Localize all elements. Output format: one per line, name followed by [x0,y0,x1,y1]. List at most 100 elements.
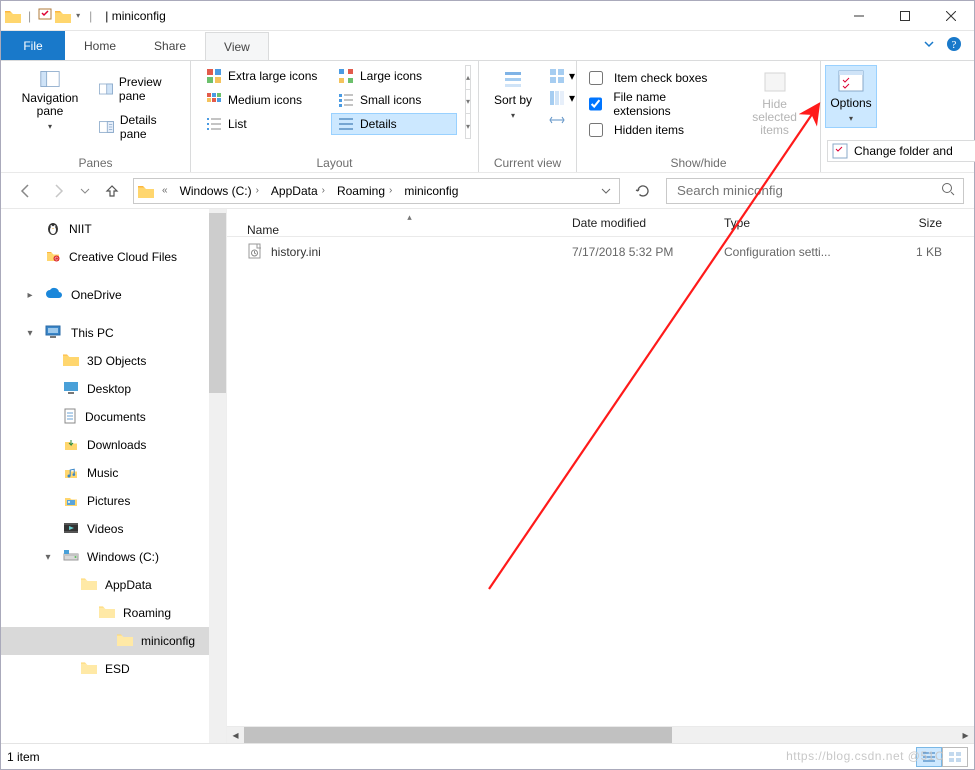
layout-extra-large-icons[interactable]: Extra large icons [199,65,325,87]
layout-details[interactable]: Details [331,113,457,135]
breadcrumb-miniconfig[interactable]: miniconfig [400,184,462,198]
qat-dropdown-icon[interactable]: ▾ [74,11,82,20]
search-input[interactable] [675,182,941,199]
tree-item-appdata[interactable]: AppData [1,571,209,599]
tab-file[interactable]: File [1,31,65,60]
tree-item-downloads[interactable]: Downloads [1,431,209,459]
tree-item-videos[interactable]: Videos [1,515,209,543]
add-columns-button[interactable]: ▾ [547,89,577,107]
details-pane-button[interactable]: Details pane [99,113,182,141]
address-row: « Windows (C:)› AppData› Roaming› minico… [1,172,974,208]
gallery-more-icon[interactable]: ▾ [466,114,470,138]
column-date[interactable]: Date modified [572,216,724,230]
change-folder-options-button[interactable]: Change folder and [827,140,975,162]
expander-icon[interactable]: ▾ [23,328,37,339]
file-name: history.ini [271,245,321,259]
tree-item-onedrive[interactable]: ▸OneDrive [1,281,209,309]
tree-item-esd[interactable]: ESD [1,655,209,683]
help-icon[interactable]: ? [946,36,962,55]
tree-item-niit[interactable]: NIIT [1,215,209,243]
column-name[interactable]: ▴ Name [247,209,572,237]
tree-item-creative-cloud-files[interactable]: ©Creative Cloud Files [1,243,209,271]
tree-item-icon [45,220,61,239]
tree-item-documents[interactable]: Documents [1,403,209,431]
breadcrumb-root-chevron[interactable]: « [156,185,174,196]
navigation-tree[interactable]: NIIT©Creative Cloud Files ▸OneDrive ▾This … [1,209,209,743]
search-icon[interactable] [941,182,955,199]
address-bar[interactable]: « Windows (C:)› AppData› Roaming› minico… [133,178,620,204]
qat-newfolder-icon[interactable] [55,9,71,23]
nav-tree-scrollbar[interactable] [209,209,226,743]
hide-selected-label: Hide selected items [739,98,811,137]
tree-item-label: AppData [105,578,152,592]
column-type[interactable]: Type [724,216,876,230]
layout-large-icons[interactable]: Large icons [331,65,457,87]
tree-item-windows-c-[interactable]: ▾Windows (C:) [1,543,209,571]
tree-item-icon [63,408,77,427]
layout-gallery: Extra large icons Large icons Medium ico… [199,65,457,135]
recent-locations-button[interactable] [79,180,91,202]
tree-item-this-pc[interactable]: ▾This PC [1,319,209,347]
svg-text:©: © [55,255,59,262]
breadcrumb-roaming[interactable]: Roaming› [333,184,398,198]
sort-by-button[interactable]: Sort by ▾ [487,65,539,125]
file-rows[interactable]: history.ini7/17/2018 5:32 PMConfiguratio… [227,237,974,726]
options-button[interactable]: Options ▾ [825,65,877,128]
tree-item-3d-objects[interactable]: 3D Objects [1,347,209,375]
tab-share[interactable]: Share [135,31,205,60]
hscroll-thumb[interactable] [244,727,672,743]
qat-properties-icon[interactable] [38,7,52,24]
search-box[interactable] [666,178,964,204]
collapse-ribbon-icon[interactable] [922,37,936,54]
main-area: NIIT©Creative Cloud Files ▸OneDrive ▾This … [1,208,974,743]
layout-list[interactable]: List [199,113,325,135]
expander-icon[interactable]: ▾ [41,552,55,563]
tab-home[interactable]: Home [65,31,135,60]
tab-view[interactable]: View [205,32,269,61]
file-row[interactable]: history.ini7/17/2018 5:32 PMConfiguratio… [227,237,974,267]
navigation-pane-button[interactable]: Navigation pane ▾ [9,65,91,136]
tree-item-label: 3D Objects [87,354,146,368]
refresh-button[interactable] [630,178,656,204]
hidden-items-toggle[interactable]: Hidden items [585,117,721,143]
ribbon-tabs: File Home Share View ? [1,31,974,60]
preview-pane-button[interactable]: Preview pane [99,75,182,103]
address-dropdown-icon[interactable] [595,186,615,196]
tree-item-miniconfig[interactable]: miniconfig [1,627,209,655]
tree-item-pictures[interactable]: Pictures [1,487,209,515]
group-panes-label: Panes [9,154,182,172]
item-checkboxes-toggle[interactable]: Item check boxes [585,65,721,91]
up-button[interactable] [101,180,123,202]
tree-item-roaming[interactable]: Roaming [1,599,209,627]
gallery-up-icon[interactable]: ▴ [466,66,470,90]
layout-small-icons[interactable]: Small icons [331,89,457,111]
layout-medium-icons[interactable]: Medium icons [199,89,325,111]
thumbnail-view-icon[interactable] [942,747,968,767]
tree-item-label: miniconfig [141,634,195,648]
tree-item-desktop[interactable]: Desktop [1,375,209,403]
filename-ext-toggle[interactable]: File name extensions [585,91,721,117]
maximize-button[interactable] [882,1,928,31]
quick-access-toolbar: | ▾ | | miniconfig [5,7,166,24]
column-size[interactable]: Size [876,216,956,230]
hscroll-right-icon[interactable]: ▸ [957,727,974,744]
close-button[interactable] [928,1,974,31]
hscroll-left-icon[interactable]: ◂ [227,727,244,744]
size-columns-button[interactable] [547,111,577,129]
breadcrumb-windows-c[interactable]: Windows (C:)› [176,184,265,198]
group-by-button[interactable]: ▾ [547,67,577,85]
layout-gallery-scroll[interactable]: ▴ ▾ ▾ [465,65,471,139]
tree-item-icon [63,521,79,538]
tree-item-music[interactable]: Music [1,459,209,487]
tree-item-icon: © [45,248,61,267]
gallery-down-icon[interactable]: ▾ [466,90,470,114]
forward-button[interactable] [47,180,69,202]
tree-item-label: Documents [85,410,146,424]
layout-item-label: Large icons [360,69,422,83]
expander-icon[interactable]: ▸ [23,290,37,301]
minimize-button[interactable] [836,1,882,31]
horizontal-scrollbar[interactable]: ◂ ▸ [227,726,974,743]
tree-item-icon [45,325,63,342]
back-button[interactable] [15,180,37,202]
breadcrumb-appdata[interactable]: AppData› [267,184,331,198]
